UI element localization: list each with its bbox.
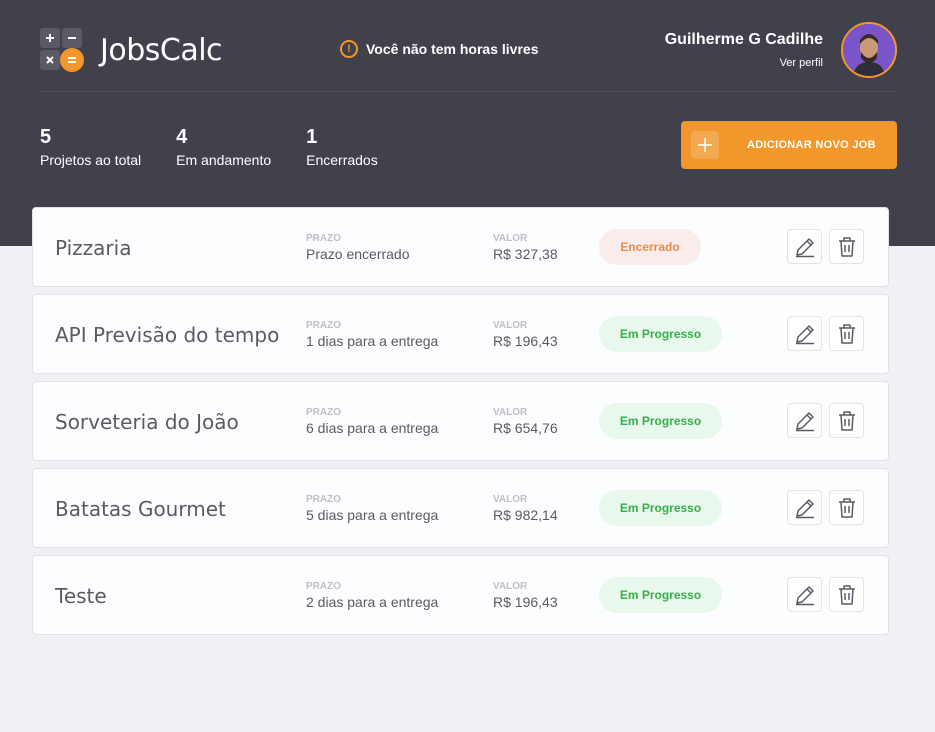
job-name: Sorveteria do João [55,410,239,434]
logo[interactable]: JobsCalc [40,28,223,72]
value-amount: R$ 654,76 [493,420,558,436]
job-name: Teste [55,584,107,608]
deadline-value: 6 dias para a entrega [306,420,439,436]
job-actions [787,316,871,351]
deadline-label: PRAZO [306,494,341,505]
pencil-icon [795,237,814,257]
deadline-value: 1 dias para a entrega [306,333,439,349]
deadline-label: PRAZO [306,581,341,592]
trash-icon [838,584,855,605]
pencil-icon [795,411,814,431]
job-card: API Previsão do tempo PRAZO 1 dias para … [32,294,889,374]
trash-icon [838,236,855,257]
free-hours-alert: ! Você não tem horas livres [340,40,538,58]
job-name: Pizzaria [55,236,132,260]
value-amount: R$ 196,43 [493,594,558,610]
status-badge: Em Progresso [599,490,722,526]
value-label: VALOR [493,233,528,244]
stat-label: Projetos ao total [40,152,142,168]
edit-button[interactable] [787,229,822,264]
job-value: VALOR R$ 982,14 [493,494,558,523]
job-actions [787,229,871,264]
pencil-icon [795,585,814,605]
job-actions [787,577,871,612]
status-badge: Encerrado [599,229,701,265]
delete-button[interactable] [829,229,864,264]
stat-total: 5 Projetos ao total [40,126,141,168]
job-actions [787,403,871,438]
value-amount: R$ 327,38 [493,246,558,262]
delete-button[interactable] [829,316,864,351]
job-value: VALOR R$ 654,76 [493,407,558,436]
job-deadline: PRAZO 1 dias para a entrega [306,320,438,349]
delete-button[interactable] [829,403,864,438]
edit-button[interactable] [787,577,822,612]
value-label: VALOR [493,407,528,418]
deadline-value: 2 dias para a entrega [306,594,439,610]
stat-number: 4 [176,126,188,148]
status-badge: Em Progresso [599,316,722,352]
job-value: VALOR R$ 196,43 [493,320,558,349]
edit-button[interactable] [787,316,822,351]
job-list: Pizzaria PRAZO Prazo encerrado VALOR R$ … [32,207,889,642]
trash-icon [838,410,855,431]
view-profile-link[interactable]: Ver perfil [665,57,823,69]
job-card: Teste PRAZO 2 dias para a entrega VALOR … [32,555,889,635]
stat-number: 1 [306,126,318,148]
job-deadline: PRAZO Prazo encerrado [306,233,410,262]
delete-button[interactable] [829,577,864,612]
value-label: VALOR [493,494,528,505]
job-value: VALOR R$ 196,43 [493,581,558,610]
stat-label: Encerrados [306,152,378,168]
value-label: VALOR [493,320,528,331]
alert-circle-icon: ! [340,40,358,58]
stat-in-progress: 4 Em andamento [176,126,271,168]
deadline-value: Prazo encerrado [306,246,410,262]
job-deadline: PRAZO 5 dias para a entrega [306,494,438,523]
pencil-icon [795,324,814,344]
value-amount: R$ 196,43 [493,333,558,349]
job-card: Batatas Gourmet PRAZO 5 dias para a entr… [32,468,889,548]
job-card: Sorveteria do João PRAZO 6 dias para a e… [32,381,889,461]
deadline-value: 5 dias para a entrega [306,507,439,523]
profile-name: Guilherme G Cadilhe [664,31,823,48]
profile-info: Guilherme G Cadilhe Ver perfil [665,31,823,69]
calculator-logo-icon [40,28,84,72]
stats: 5 Projetos ao total 4 Em andamento 1 Enc… [40,126,413,168]
job-actions [787,490,871,525]
job-name: API Previsão do tempo [55,323,280,347]
top-bar: JobsCalc ! Você não tem horas livres Gui… [40,22,897,92]
status-badge: Em Progresso [599,577,722,613]
pencil-icon [795,498,814,518]
delete-button[interactable] [829,490,864,525]
status-badge: Em Progresso [599,403,722,439]
plus-icon [691,131,719,159]
app-name: JobsCalc [100,32,223,68]
deadline-label: PRAZO [306,233,341,244]
stat-closed: 1 Encerrados [306,126,378,168]
deadline-label: PRAZO [306,320,341,331]
job-deadline: PRAZO 2 dias para a entrega [306,581,438,610]
deadline-label: PRAZO [306,407,341,418]
job-value: VALOR R$ 327,38 [493,233,558,262]
stat-label: Em andamento [176,152,272,168]
stat-number: 5 [40,126,52,148]
trash-icon [838,497,855,518]
job-name: Batatas Gourmet [55,497,226,521]
avatar[interactable] [841,22,897,78]
edit-button[interactable] [787,403,822,438]
value-label: VALOR [493,581,528,592]
value-amount: R$ 982,14 [493,507,558,523]
job-deadline: PRAZO 6 dias para a entrega [306,407,438,436]
alert-text: Você não tem horas livres [366,41,539,57]
add-new-job-button[interactable]: ADICIONAR NOVO JOB [681,121,897,169]
add-new-job-label: ADICIONAR NOVO JOB [747,139,876,151]
job-card: Pizzaria PRAZO Prazo encerrado VALOR R$ … [32,207,889,287]
trash-icon [838,323,855,344]
edit-button[interactable] [787,490,822,525]
profile[interactable]: Guilherme G Cadilhe Ver perfil [665,22,897,78]
